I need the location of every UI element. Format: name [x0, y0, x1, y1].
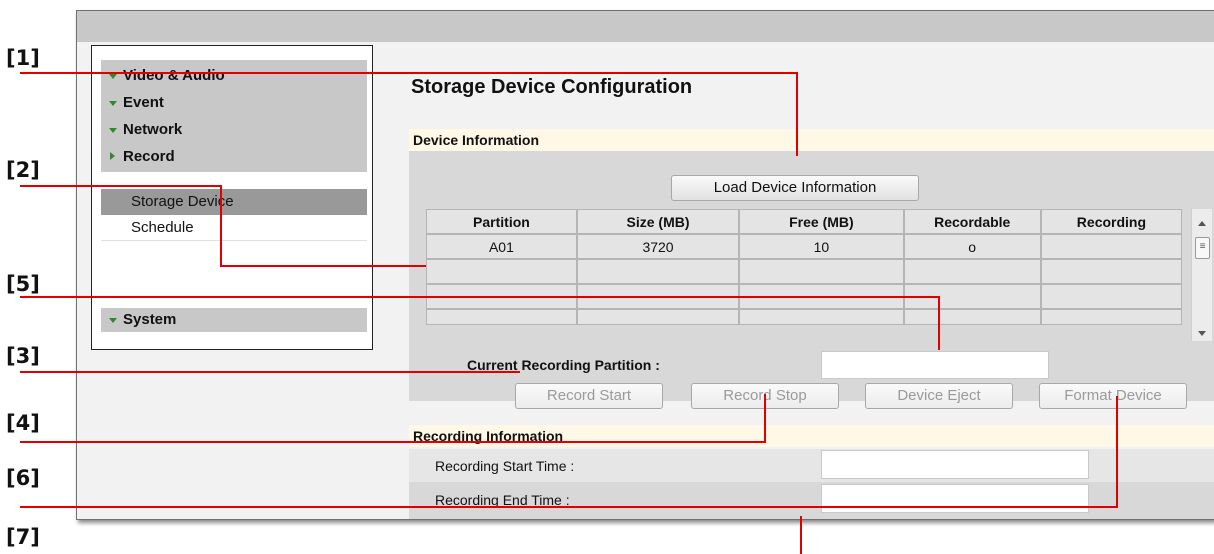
top-bar: [77, 11, 1214, 42]
callout-3: [3]: [6, 344, 40, 368]
callout-1: [1]: [6, 46, 40, 70]
format-device-button[interactable]: Format Device: [1039, 383, 1187, 409]
sidebar-item-event[interactable]: Event: [101, 91, 164, 115]
sidebar-item-label: System: [123, 311, 177, 328]
table-cell: [1040, 309, 1182, 325]
table-cell: 10: [739, 234, 904, 259]
scroll-down-icon[interactable]: [1198, 331, 1206, 336]
table-cell: A01: [426, 234, 577, 259]
sidebar-item-label: Video & Audio: [123, 67, 225, 84]
table-cell: [903, 309, 1041, 325]
table-row[interactable]: A01 3720 10 o: [426, 234, 1182, 259]
leader-segment: [938, 296, 940, 350]
triangle-down-icon: [109, 101, 117, 106]
column-header: Free (MB): [739, 209, 904, 234]
leader-segment: [220, 265, 426, 267]
leader-segment: [20, 185, 222, 187]
triangle-down-icon: [109, 74, 117, 79]
leader-segment: [1116, 396, 1118, 508]
leader-segment: [20, 441, 766, 443]
recording-info-header: Recording Information: [409, 425, 1214, 447]
table-cell: [739, 259, 904, 284]
sidebar-item-label: Record: [123, 148, 175, 165]
current-partition-field: [821, 351, 1049, 379]
table-cell: [576, 309, 740, 325]
recording-end-field: [821, 484, 1089, 513]
leader-segment: [800, 516, 802, 554]
table-cell: o: [903, 234, 1041, 259]
column-header: Recording: [1040, 209, 1182, 234]
table-row[interactable]: [426, 309, 1182, 325]
column-header: Size (MB): [576, 209, 740, 234]
callout-4: [4]: [6, 411, 40, 435]
triangle-down-icon: [109, 318, 117, 323]
menu-group: Video & Audio Event Network Record: [101, 60, 367, 172]
leader-segment: [20, 296, 940, 298]
recording-start-field: [821, 450, 1089, 479]
record-start-button[interactable]: Record Start: [515, 383, 663, 409]
recording-start-label: Recording Start Time :: [435, 458, 575, 474]
table-cell: [426, 259, 577, 284]
column-header: Partition: [426, 209, 577, 234]
device-info-header: Device Information: [409, 129, 1214, 151]
table-cell: [903, 259, 1041, 284]
leader-segment: [796, 72, 798, 156]
callout-2: [2]: [6, 158, 40, 182]
sidebar-item-record[interactable]: Record: [101, 145, 175, 169]
leader-segment: [20, 371, 520, 373]
table-cell: [1040, 284, 1182, 309]
scroll-thumb-icon[interactable]: ≡: [1195, 237, 1210, 259]
scroll-up-icon[interactable]: [1198, 221, 1206, 226]
table-cell: [576, 259, 740, 284]
menu-group-system: System: [101, 308, 367, 332]
sidebar-item-label: Schedule: [131, 219, 194, 236]
table-row[interactable]: [426, 259, 1182, 284]
partition-table: Partition Size (MB) Free (MB) Recordable…: [426, 209, 1182, 325]
sidebar-item-network[interactable]: Network: [101, 118, 182, 142]
leader-segment: [220, 185, 222, 267]
sidebar-item-label: Network: [123, 121, 183, 138]
content-area: Storage Device Configuration Device Info…: [409, 45, 1214, 519]
sidebar-item-schedule[interactable]: Schedule: [101, 215, 367, 241]
sidebar-item-system[interactable]: System: [101, 308, 176, 332]
callout-6: [6]: [6, 466, 40, 490]
table-cell: [426, 309, 577, 325]
callout-5: [5]: [6, 272, 40, 296]
leader-segment: [20, 72, 798, 74]
leader-segment: [764, 394, 766, 443]
sidebar-item-label: Storage Device: [131, 193, 234, 210]
sidebar-item-video-audio[interactable]: Video & Audio: [101, 64, 225, 88]
table-scrollbar[interactable]: ≡: [1191, 209, 1212, 341]
sidebar-item-label: Event: [123, 94, 164, 111]
sidebar: Video & Audio Event Network Record Stora…: [91, 45, 373, 350]
table-cell: [1040, 259, 1182, 284]
triangle-right-icon: [110, 152, 115, 160]
triangle-down-icon: [109, 128, 117, 133]
sidebar-item-storage-device[interactable]: Storage Device: [101, 189, 367, 215]
device-eject-button[interactable]: Device Eject: [865, 383, 1013, 409]
column-header: Recordable: [903, 209, 1041, 234]
table-cell: 3720: [576, 234, 740, 259]
table-cell: [739, 309, 904, 325]
leader-segment: [20, 506, 1118, 508]
table-header-row: Partition Size (MB) Free (MB) Recordable…: [426, 209, 1182, 234]
load-device-info-button[interactable]: Load Device Information: [671, 175, 919, 201]
callout-7: [7]: [6, 525, 40, 549]
table-cell: [1040, 234, 1182, 259]
page-title: Storage Device Configuration: [411, 76, 693, 98]
